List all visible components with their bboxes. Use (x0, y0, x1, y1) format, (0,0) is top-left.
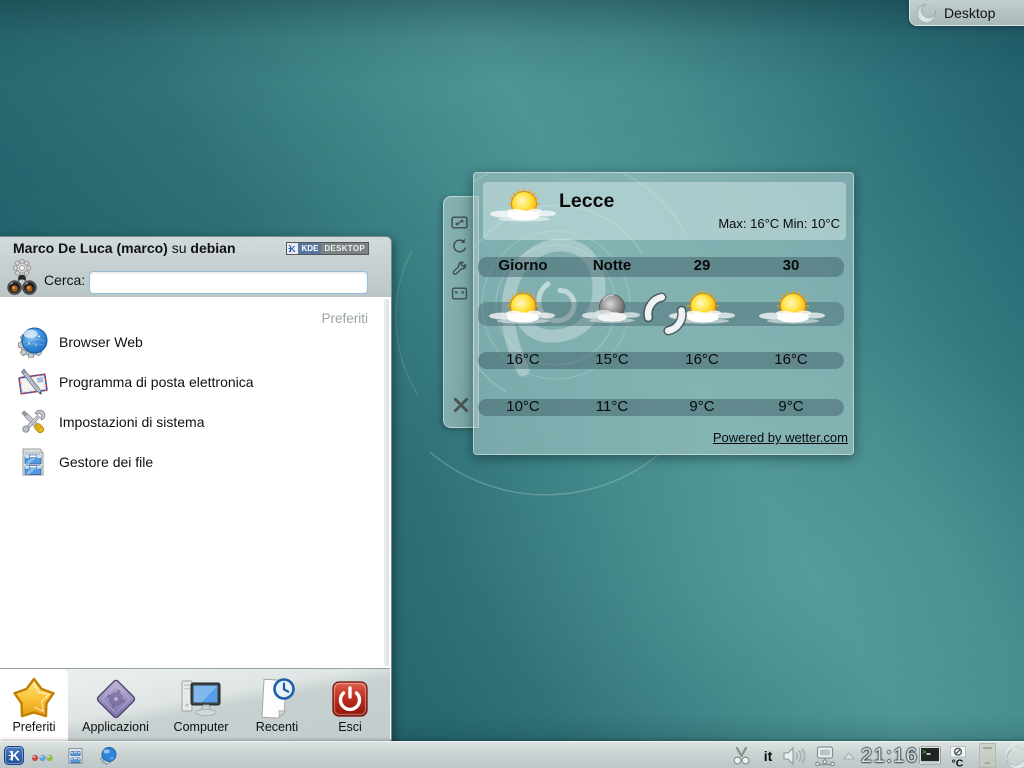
svg-text:>: > (922, 749, 926, 756)
svg-text:°C: °C (952, 758, 964, 768)
svg-text:K: K (10, 749, 20, 764)
